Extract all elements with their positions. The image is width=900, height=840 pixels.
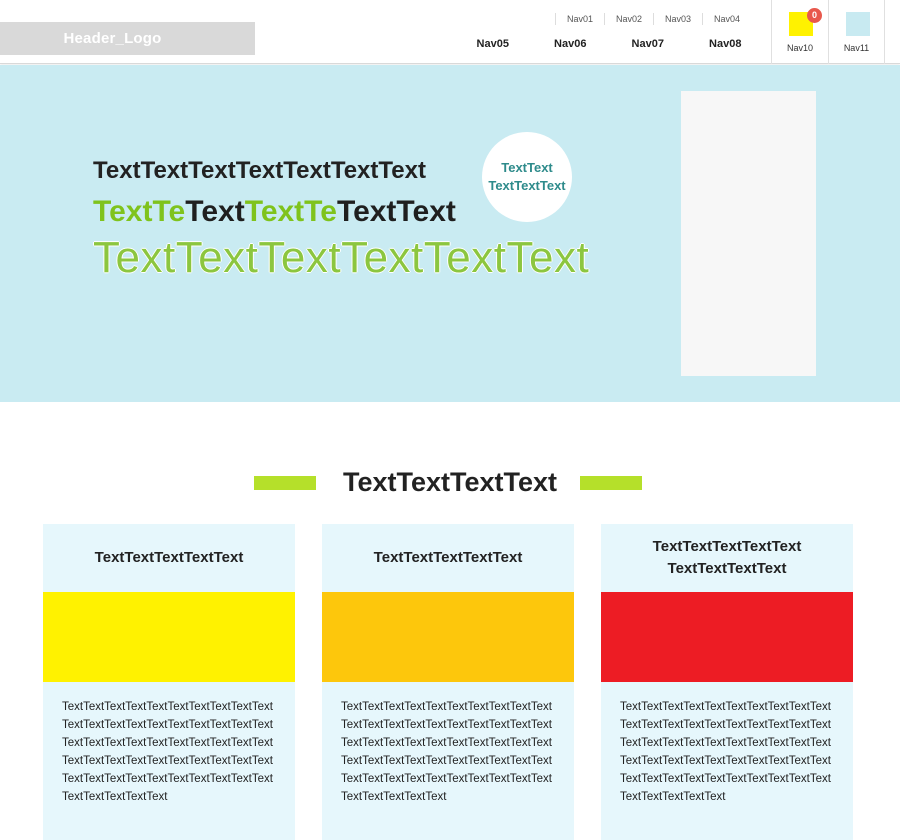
hero-heading-line2: TextTeTextTextTeTextText (93, 195, 456, 229)
top-nav: Nav01 Nav02 Nav03 Nav04 (555, 13, 751, 25)
nav-link-01[interactable]: Nav01 (555, 13, 604, 25)
circle-text-line1: TextText (501, 160, 553, 175)
nav11-button[interactable]: Nav11 (828, 0, 885, 64)
card-1[interactable]: TextTextTextTextText TextTextTextTextTex… (43, 524, 295, 840)
nav-link-05[interactable]: Nav05 (454, 38, 532, 50)
nav11-label: Nav11 (843, 43, 870, 53)
card-3[interactable]: TextTextTextTextText TextTextTextText Te… (601, 524, 853, 840)
site-header: Header_Logo Nav01 Nav02 Nav03 Nav04 Nav0… (0, 0, 900, 64)
title-decoration-right (580, 476, 642, 490)
hero-line2-part2: Text (185, 195, 245, 228)
nav-link-03[interactable]: Nav03 (653, 13, 702, 25)
card-body: TextTextTextTextTextTextTextTextTextText… (62, 701, 273, 803)
hero-heading-line3: TextTextTextTextTextText (93, 233, 590, 282)
circle-text-line2: TextTextText (488, 178, 566, 193)
logo-text: Header_Logo (63, 30, 162, 47)
card-title: TextTextTextTextText TextTextTextText (652, 538, 802, 577)
card-2[interactable]: TextTextTextTextText TextTextTextTextTex… (322, 524, 574, 840)
blue-square-icon (846, 12, 870, 36)
card-image (322, 592, 574, 682)
card-image (43, 592, 295, 682)
hero-line2-part1: TextTe (93, 195, 186, 228)
nav10-button[interactable]: 0 Nav10 (771, 0, 828, 64)
card-body: TextTextTextTextTextTextTextTextTextText… (341, 701, 552, 803)
nav-link-07[interactable]: Nav07 (609, 38, 687, 50)
nav-link-02[interactable]: Nav02 (604, 13, 653, 25)
header-logo[interactable]: Header_Logo (0, 22, 255, 55)
notification-badge: 0 (807, 8, 822, 23)
hero-banner: TextTextTextTextTextTextText TextTeTextT… (0, 65, 900, 402)
main-nav: Nav05 Nav06 Nav07 Nav08 (454, 38, 764, 50)
nav-link-04[interactable]: Nav04 (702, 13, 751, 25)
nav-link-08[interactable]: Nav08 (687, 38, 765, 50)
section-title: TextTextTextText (342, 467, 558, 497)
hero-image-panel (681, 91, 816, 376)
hero-line2-part3: TextTe (244, 195, 337, 228)
card-image (601, 592, 853, 682)
hero-line2-part4: TextText (336, 195, 456, 228)
nav10-label: Nav10 (786, 43, 813, 53)
nav-link-06[interactable]: Nav06 (532, 38, 610, 50)
card-title: TextTextTextTextText (94, 549, 244, 566)
card-title: TextTextTextTextText (373, 549, 523, 566)
card-body: TextTextTextTextTextTextTextTextTextText… (620, 701, 831, 803)
hero-heading-line1: TextTextTextTextTextTextText (93, 157, 426, 184)
hero-circle-badge: TextText TextTextText (482, 132, 572, 222)
